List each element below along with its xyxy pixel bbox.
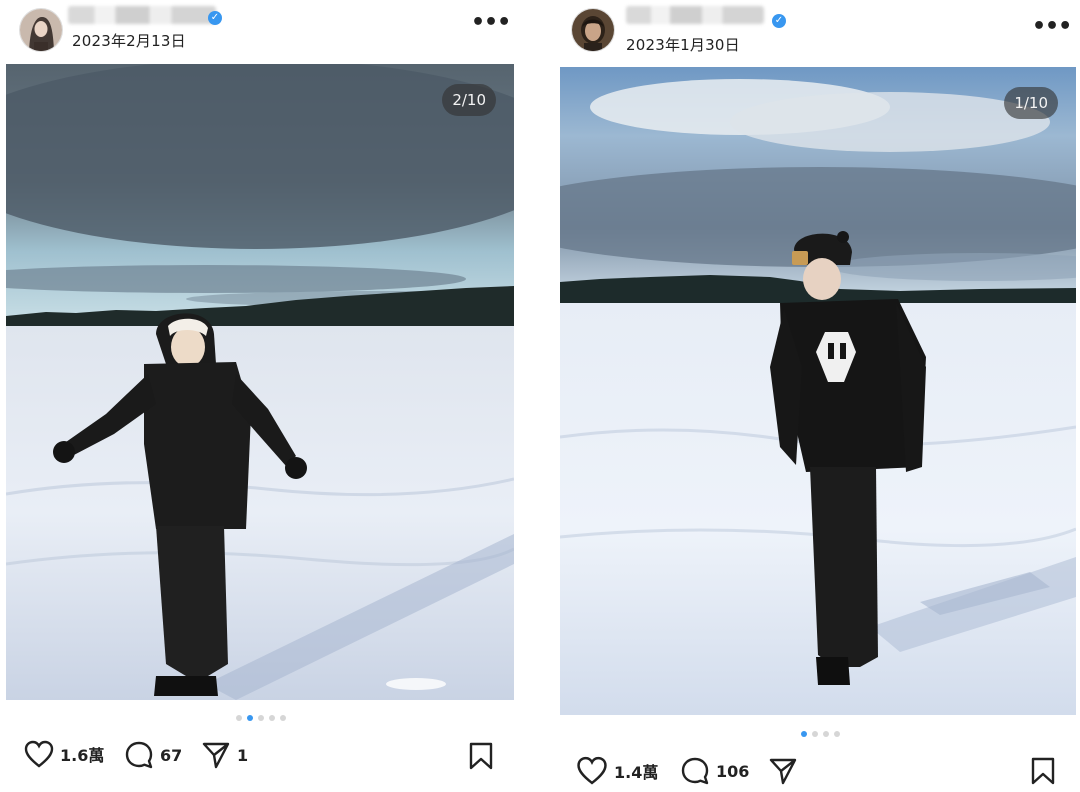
avatar[interactable] bbox=[20, 9, 62, 51]
carousel-counter-badge: 1/10 bbox=[1004, 87, 1058, 119]
carousel-dot[interactable] bbox=[812, 731, 818, 737]
verified-icon: ✓ bbox=[208, 11, 222, 25]
comment-count: 67 bbox=[160, 745, 183, 765]
username-redacted[interactable] bbox=[68, 6, 216, 24]
avatar-image bbox=[20, 9, 62, 51]
carousel-dot-active[interactable] bbox=[801, 731, 807, 737]
share-button[interactable] bbox=[768, 756, 804, 786]
like-button[interactable]: 1.4萬 bbox=[576, 756, 658, 785]
carousel-dot[interactable] bbox=[834, 731, 840, 737]
bookmark-icon bbox=[469, 742, 493, 770]
post-actions: 1.4萬 106 bbox=[556, 752, 1080, 792]
share-count: 1 bbox=[237, 745, 249, 765]
avatar[interactable] bbox=[572, 9, 614, 51]
comment-button[interactable]: 67 bbox=[124, 740, 182, 770]
carousel-dot[interactable] bbox=[269, 715, 275, 721]
post-header: ✓ 2023年2月13日 ••• bbox=[0, 0, 520, 62]
share-icon bbox=[769, 758, 797, 785]
carousel-dot[interactable] bbox=[258, 715, 264, 721]
comment-icon bbox=[125, 741, 153, 769]
carousel-dot-active[interactable] bbox=[247, 715, 253, 721]
post-photo[interactable]: 2/10 bbox=[6, 64, 514, 700]
carousel-counter-badge: 2/10 bbox=[442, 84, 496, 116]
photo-man-on-frozen-lake bbox=[560, 67, 1076, 715]
share-button[interactable]: 1 bbox=[201, 740, 248, 770]
more-options-button[interactable]: ••• bbox=[471, 12, 511, 40]
post-date: 2023年2月13日 bbox=[72, 32, 186, 50]
save-button[interactable] bbox=[468, 741, 494, 776]
carousel-dot[interactable] bbox=[823, 731, 829, 737]
avatar-image bbox=[572, 9, 614, 51]
carousel-dots bbox=[801, 731, 840, 737]
post-right: ✓ 2023年1月30日 ••• 1/10 1.4萬 106 bbox=[556, 0, 1080, 785]
post-date: 2023年1月30日 bbox=[626, 36, 740, 54]
username-redacted[interactable] bbox=[626, 6, 764, 24]
post-header: ✓ 2023年1月30日 ••• bbox=[556, 0, 1080, 62]
post-photo[interactable]: 1/10 bbox=[560, 67, 1076, 715]
carousel-dot[interactable] bbox=[236, 715, 242, 721]
more-options-button[interactable]: ••• bbox=[1032, 16, 1072, 44]
carousel-dot[interactable] bbox=[280, 715, 286, 721]
photo-woman-on-frozen-lake bbox=[6, 64, 514, 700]
post-actions: 1.6萬 67 1 bbox=[0, 735, 520, 775]
like-count: 1.6萬 bbox=[60, 746, 105, 765]
comment-count: 106 bbox=[716, 761, 750, 781]
comment-icon bbox=[681, 757, 709, 785]
save-button[interactable] bbox=[1030, 756, 1056, 791]
carousel-dots bbox=[236, 715, 286, 721]
post-left: ✓ 2023年2月13日 ••• 2/10 1.6萬 67 1 bbox=[0, 0, 520, 780]
heart-icon bbox=[24, 740, 54, 768]
like-button[interactable]: 1.6萬 bbox=[24, 740, 104, 768]
share-icon bbox=[202, 742, 230, 769]
like-count: 1.4萬 bbox=[614, 762, 659, 782]
bookmark-icon bbox=[1031, 757, 1055, 785]
heart-icon bbox=[577, 756, 607, 785]
verified-icon: ✓ bbox=[772, 14, 786, 28]
comment-button[interactable]: 106 bbox=[680, 756, 749, 786]
